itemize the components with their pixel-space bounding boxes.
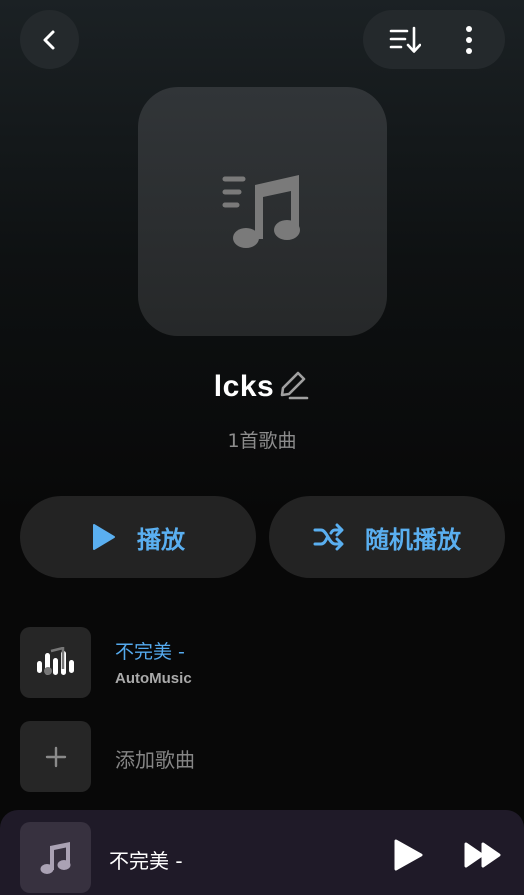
equalizer-icon (36, 646, 74, 675)
play-all-button[interactable]: 播放 (20, 496, 256, 578)
top-actions (363, 10, 505, 69)
song-title: 不完美 - (115, 641, 185, 663)
sort-icon (389, 26, 421, 53)
back-button[interactable] (20, 10, 79, 69)
plus-icon (45, 746, 66, 767)
chevron-left-icon (43, 30, 54, 49)
now-playing-bar[interactable]: 不完美 - (0, 810, 524, 895)
add-song-label: 添加歌曲 (115, 748, 195, 772)
now-playing-thumbnail (20, 822, 91, 893)
shuffle-play-button[interactable]: 随机播放 (269, 496, 505, 578)
shuffle-play-label: 随机播放 (365, 525, 461, 554)
song-artist: AutoMusic (115, 670, 192, 687)
shuffle-icon (313, 523, 344, 551)
play-icon (93, 524, 115, 550)
next-button[interactable] (462, 838, 504, 872)
music-note-icon (40, 841, 70, 874)
play-icon (394, 839, 423, 871)
song-count: 1首歌曲 (227, 430, 297, 452)
playlist-cover (138, 87, 387, 336)
edit-title-button[interactable] (278, 369, 310, 405)
sort-button[interactable] (389, 24, 421, 56)
more-vertical-icon (466, 26, 472, 54)
music-playlist-icon (222, 174, 300, 248)
fast-forward-icon (464, 842, 501, 868)
song-thumbnail (20, 627, 91, 698)
now-playing-title: 不完美 - (109, 849, 183, 873)
play-button[interactable] (390, 837, 426, 873)
pencil-icon (280, 371, 309, 400)
playlist-title: lcks (213, 370, 275, 403)
play-all-label: 播放 (137, 525, 185, 554)
playlist-title-row: lcks (0, 366, 524, 408)
add-song-thumbnail (20, 721, 91, 792)
more-button[interactable] (453, 24, 485, 56)
